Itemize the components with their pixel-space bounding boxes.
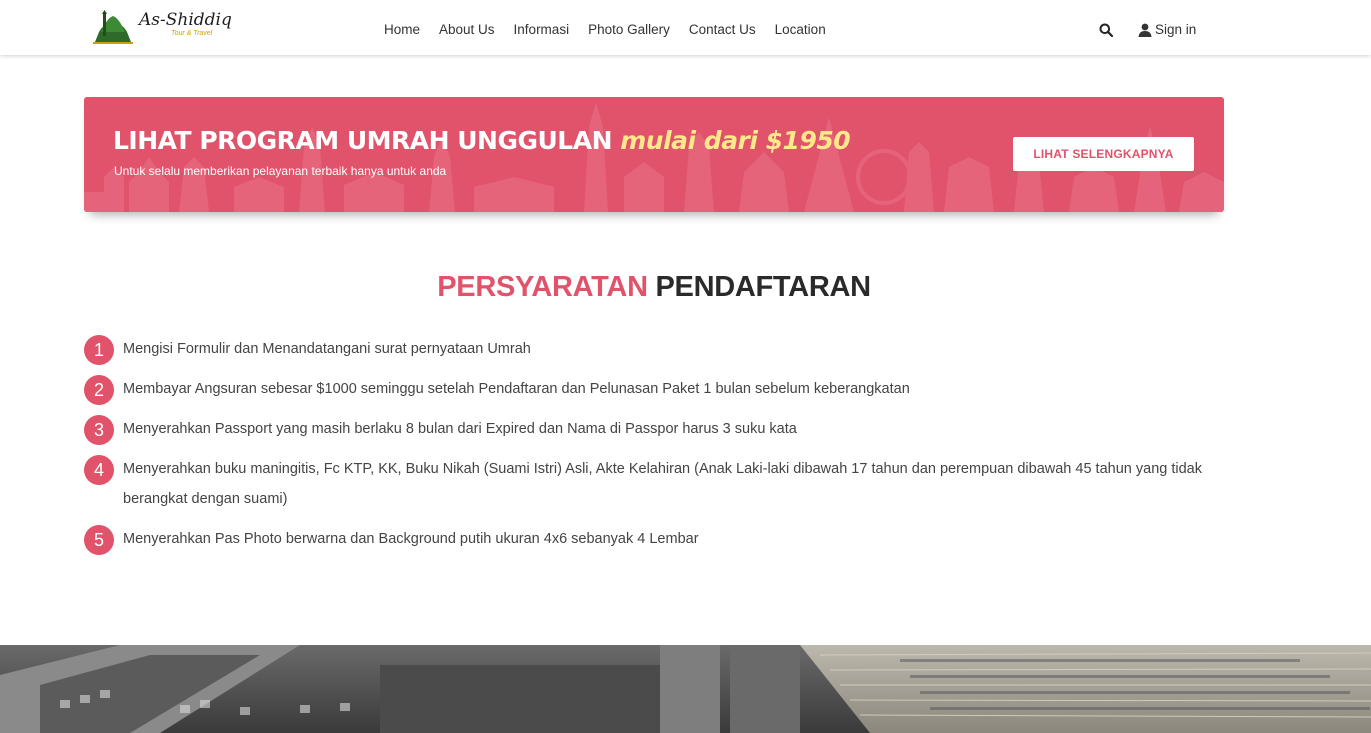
number-badge: 2 bbox=[84, 375, 114, 405]
mosque-logo-icon bbox=[93, 10, 133, 44]
nav-item-informasi[interactable]: Informasi bbox=[514, 22, 570, 37]
banner-title-highlight: mulai dari $1950 bbox=[620, 126, 851, 155]
banner-title: LIHAT PROGRAM UMRAH UNGGULAN mulai dari … bbox=[113, 126, 851, 155]
nav-item-home[interactable]: Home bbox=[384, 22, 420, 37]
number-badge: 5 bbox=[84, 525, 114, 555]
navbar: As-Shiddiq Tour & Travel Home About Us I… bbox=[0, 0, 1371, 55]
section-title-part1: PERSYARATAN bbox=[437, 271, 648, 303]
list-item-text: Menyerahkan Passport yang masih berlaku … bbox=[123, 421, 797, 437]
section-title-part2: PENDAFTARAN bbox=[655, 271, 871, 303]
search-icon[interactable] bbox=[1099, 23, 1113, 37]
number-badge: 1 bbox=[84, 335, 114, 365]
number-badge: 3 bbox=[84, 415, 114, 445]
nav-item-contact-us[interactable]: Contact Us bbox=[689, 22, 756, 37]
section-title: PERSYARATAN PENDAFTARAN bbox=[0, 271, 1308, 304]
user-icon bbox=[1138, 23, 1152, 37]
brand-tagline: Tour & Travel bbox=[171, 30, 213, 37]
nav-item-location[interactable]: Location bbox=[775, 22, 826, 37]
brand-logo[interactable]: As-Shiddiq Tour & Travel bbox=[93, 8, 243, 46]
number-badge: 4 bbox=[84, 455, 114, 485]
banner-subtitle: Untuk selalu memberikan pelayanan terbai… bbox=[114, 164, 447, 178]
list-item-text: Menyerahkan buku maningitis, Fc KTP, KK,… bbox=[123, 461, 1202, 507]
promo-banner: LIHAT PROGRAM UMRAH UNGGULAN mulai dari … bbox=[84, 97, 1224, 212]
kaaba-photo bbox=[0, 645, 1371, 733]
list-item-text: Menyerahkan Pas Photo berwarna dan Backg… bbox=[123, 531, 699, 547]
brand-name: As-Shiddiq bbox=[139, 10, 232, 30]
lihat-selengkapnya-button[interactable]: LIHAT SELENGKAPNYA bbox=[1013, 137, 1194, 171]
nav-item-about-us[interactable]: About Us bbox=[439, 22, 495, 37]
mosque-photo-icon bbox=[0, 645, 1371, 733]
main-nav: Home About Us Informasi Photo Gallery Co… bbox=[384, 22, 845, 37]
nav-item-photo-gallery[interactable]: Photo Gallery bbox=[588, 22, 670, 37]
banner-title-main: LIHAT PROGRAM UMRAH UNGGULAN bbox=[113, 126, 613, 155]
signin-link[interactable]: Sign in bbox=[1138, 22, 1196, 37]
list-item-text: Mengisi Formulir dan Menandatangani sura… bbox=[123, 341, 531, 357]
signin-label: Sign in bbox=[1155, 22, 1197, 37]
list-item-text: Membayar Angsuran sebesar $1000 seminggu… bbox=[123, 381, 910, 397]
